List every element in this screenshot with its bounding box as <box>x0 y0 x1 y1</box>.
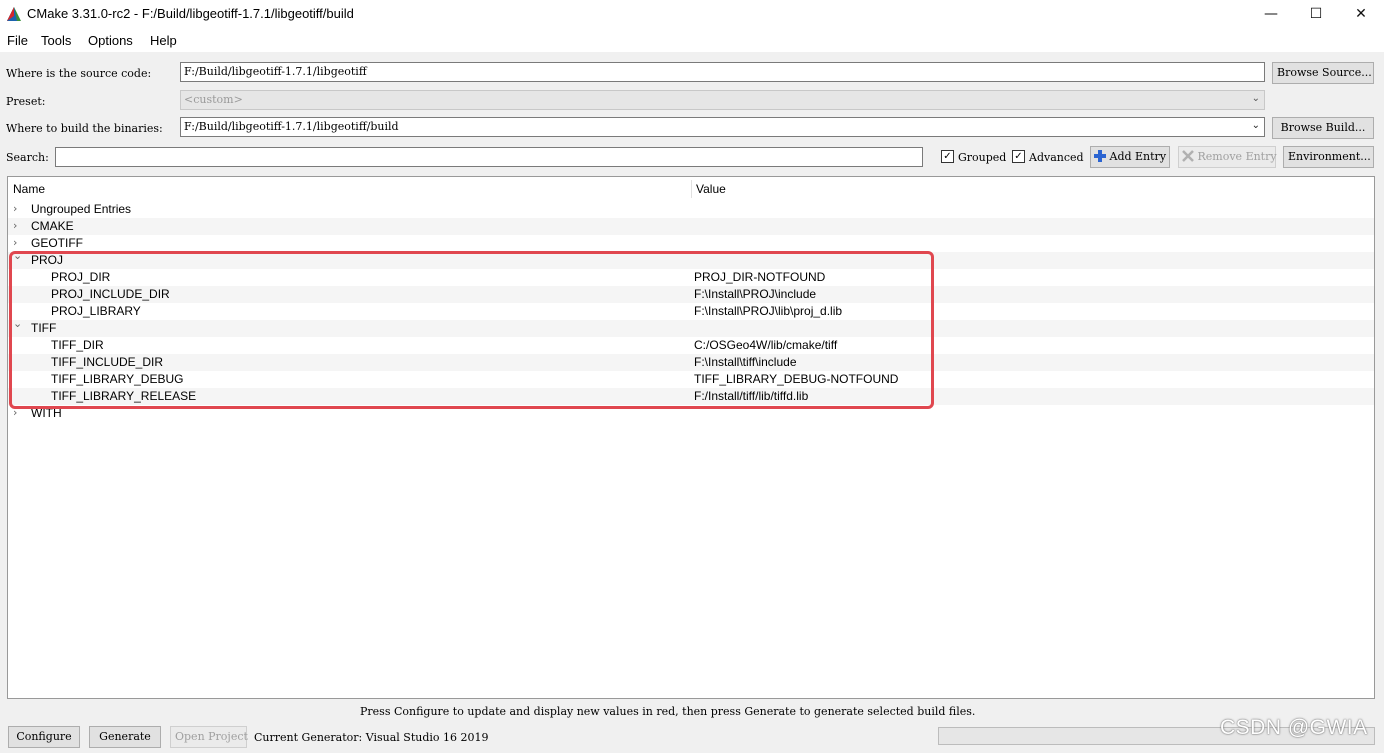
cmake-logo-icon <box>7 7 21 21</box>
chevron-right-icon[interactable]: › <box>13 202 17 215</box>
build-label: Where to build the binaries: <box>6 122 163 135</box>
browse-build-label: Browse Build... <box>1280 121 1366 134</box>
tree-group-row[interactable]: › GEOTIFF <box>8 235 1374 252</box>
configure-button[interactable]: Configure <box>8 726 80 748</box>
browse-source-button[interactable]: Browse Source... <box>1272 62 1374 84</box>
minimize-icon: — <box>1264 6 1278 22</box>
maximize-button[interactable]: ☐ <box>1293 0 1339 28</box>
group-name: Ungrouped Entries <box>31 202 132 216</box>
annotation-highlight-box <box>9 251 934 409</box>
plus-icon <box>1094 150 1106 162</box>
search-input[interactable] <box>55 147 923 167</box>
search-label: Search: <box>6 151 49 164</box>
close-button[interactable]: ✕ <box>1338 0 1384 28</box>
maximize-icon: ☐ <box>1309 6 1323 22</box>
current-generator: Current Generator: Visual Studio 16 2019 <box>254 731 489 744</box>
status-message: Press Configure to update and display ne… <box>360 705 976 718</box>
source-path-field[interactable]: F:/Build/libgeotiff-1.7.1/libgeotiff <box>180 62 1265 82</box>
source-label: Where is the source code: <box>6 67 152 80</box>
menu-options[interactable]: Options <box>88 33 133 48</box>
menu-tools[interactable]: Tools <box>41 33 71 48</box>
window-title: CMake 3.31.0-rc2 - F:/Build/libgeotiff-1… <box>27 6 354 21</box>
configure-label: Configure <box>16 730 72 743</box>
build-path-value: F:/Build/libgeotiff-1.7.1/libgeotiff/bui… <box>184 120 399 133</box>
environment-label: Environment... <box>1288 150 1371 163</box>
browse-build-button[interactable]: Browse Build... <box>1272 117 1374 139</box>
generate-label: Generate <box>99 730 151 743</box>
chevron-right-icon[interactable]: › <box>13 236 17 249</box>
advanced-checkbox[interactable]: ✓ <box>1012 150 1025 163</box>
open-project-label: Open Project <box>175 730 248 743</box>
add-entry-button[interactable]: Add Entry <box>1090 146 1170 168</box>
column-header-value[interactable]: Value <box>696 182 726 196</box>
remove-entry-button: Remove Entry <box>1178 146 1277 168</box>
group-name: CMAKE <box>31 219 74 233</box>
preset-select: <custom> ⌄ <box>180 90 1265 110</box>
preset-label: Preset: <box>6 95 46 108</box>
grouped-label: Grouped <box>958 151 1007 164</box>
minimize-button[interactable]: — <box>1248 0 1294 28</box>
group-name: GEOTIFF <box>31 236 83 250</box>
advanced-label: Advanced <box>1029 151 1084 164</box>
chevron-down-icon: ⌄ <box>1251 93 1260 104</box>
chevron-down-icon[interactable]: ⌄ <box>1252 120 1260 131</box>
menu-bar: File Tools Options Help <box>0 28 1384 52</box>
source-path-value: F:/Build/libgeotiff-1.7.1/libgeotiff <box>184 65 367 78</box>
tree-group-row[interactable]: › Ungrouped Entries <box>8 201 1374 218</box>
tree-group-row[interactable]: › CMAKE <box>8 218 1374 235</box>
title-bar: CMake 3.31.0-rc2 - F:/Build/libgeotiff-1… <box>0 0 1384 28</box>
menu-file[interactable]: File <box>7 33 28 48</box>
preset-value: <custom> <box>184 93 243 106</box>
tree-header: Name Value <box>8 177 1374 199</box>
remove-entry-label: Remove Entry <box>1197 150 1277 163</box>
watermark: CSDN @GWIA <box>1220 716 1368 739</box>
remove-icon <box>1182 150 1194 162</box>
add-entry-label: Add Entry <box>1109 150 1167 163</box>
browse-source-label: Browse Source... <box>1277 66 1372 79</box>
column-header-name[interactable]: Name <box>13 182 45 196</box>
chevron-right-icon[interactable]: › <box>13 219 17 232</box>
grouped-checkbox[interactable]: ✓ <box>941 150 954 163</box>
generate-button[interactable]: Generate <box>89 726 161 748</box>
build-path-combo[interactable]: F:/Build/libgeotiff-1.7.1/libgeotiff/bui… <box>180 117 1265 137</box>
environment-button[interactable]: Environment... <box>1283 146 1374 168</box>
column-divider[interactable] <box>691 180 692 198</box>
open-project-button: Open Project <box>170 726 248 748</box>
close-icon: ✕ <box>1355 6 1367 22</box>
menu-help[interactable]: Help <box>150 33 177 48</box>
